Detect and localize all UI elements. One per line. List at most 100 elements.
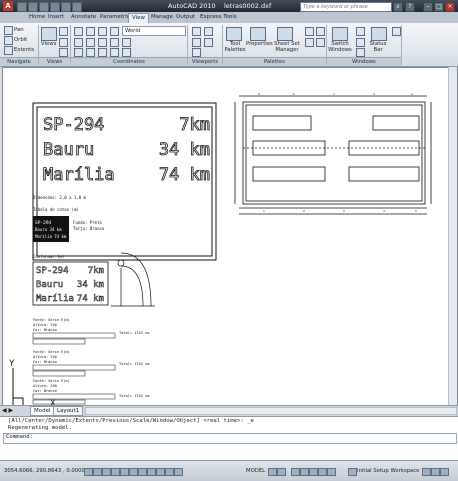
annotation-scale-icon[interactable]	[327, 468, 336, 476]
ucs-view-icon[interactable]	[98, 27, 107, 36]
binoculars-icon[interactable]: ⌕	[393, 2, 403, 12]
ducs-icon[interactable]	[147, 468, 156, 476]
tab-model[interactable]: Model	[30, 406, 55, 416]
tab-nav-arrows-icon[interactable]: ◀ ▶	[2, 407, 13, 414]
tab-annotate[interactable]: Annotate	[68, 13, 99, 22]
tile-vertical-icon[interactable]	[356, 48, 365, 57]
horizontal-scrollbar[interactable]	[85, 407, 457, 415]
steering-wheel-icon[interactable]	[309, 468, 318, 476]
cascade-icon[interactable]	[356, 27, 365, 36]
tile-horizontal-icon[interactable]	[356, 38, 365, 47]
ortho-icon[interactable]	[111, 468, 120, 476]
new-file-icon[interactable]	[17, 2, 27, 12]
ucs-icon[interactable]	[74, 27, 83, 36]
close-icon[interactable]: ×	[445, 2, 455, 12]
infer-constraints-icon[interactable]	[84, 468, 93, 476]
camera-icon[interactable]	[59, 48, 68, 57]
viewport-clip-icon[interactable]	[204, 38, 213, 47]
polar-icon[interactable]	[120, 468, 129, 476]
ucs-world-icon[interactable]	[122, 38, 131, 47]
views-icon[interactable]	[41, 27, 57, 41]
ucs-face-icon[interactable]	[86, 48, 95, 57]
extents-button[interactable]: Extents	[14, 47, 34, 53]
status-bar-button[interactable]: Status Bar	[369, 41, 387, 53]
ucs-y-icon[interactable]	[86, 38, 95, 47]
ucs-previous-icon[interactable]	[110, 48, 119, 57]
snap-icon[interactable]	[93, 468, 102, 476]
switch-windows-icon[interactable]	[332, 27, 348, 41]
visual-style-icon[interactable]	[59, 38, 68, 47]
orbit-button[interactable]: Orbit	[14, 37, 27, 43]
save-icon[interactable]	[39, 2, 49, 12]
pan-status-icon[interactable]	[291, 468, 300, 476]
tab-output[interactable]: Output	[173, 13, 198, 22]
coordinate-readout[interactable]: 3054.6066, 290.8643 , 0.0000	[4, 468, 85, 474]
markup-icon[interactable]	[316, 27, 325, 36]
viewport-restore-icon[interactable]	[192, 48, 201, 57]
model-space-toggle[interactable]: MODEL	[246, 468, 265, 474]
ucs-named-icon[interactable]	[74, 48, 83, 57]
pan-button[interactable]: Pan	[14, 27, 24, 33]
quickcalc-icon[interactable]	[305, 38, 314, 47]
tab-manage[interactable]: Manage	[148, 13, 176, 22]
tool-palettes-icon[interactable]	[226, 27, 242, 41]
design-center-icon[interactable]	[305, 27, 314, 36]
properties-icon[interactable]	[250, 27, 266, 41]
view-cube-icon[interactable]	[59, 27, 68, 36]
tray-settings-icon[interactable]	[431, 468, 440, 476]
switch-windows-button[interactable]: Switch Windows	[328, 41, 352, 53]
tool-palettes-button[interactable]: Tool Palettes	[224, 41, 246, 53]
orbit-icon[interactable]	[4, 36, 13, 45]
sheet-set-manager-icon[interactable]	[277, 27, 293, 41]
tab-layout1[interactable]: Layout1	[53, 406, 84, 416]
ucs-origin-icon[interactable]	[86, 27, 95, 36]
tab-insert[interactable]: Insert	[45, 13, 67, 22]
ucs-3point-icon[interactable]	[110, 38, 119, 47]
maximize-icon[interactable]: □	[434, 2, 444, 12]
pan-icon[interactable]	[4, 26, 13, 35]
vertical-scrollbar[interactable]	[448, 67, 457, 405]
command-input[interactable]	[3, 433, 457, 444]
lock-icon[interactable]	[422, 468, 431, 476]
sheet-set-manager-button[interactable]: Sheet Set Manager	[272, 41, 302, 53]
redo-icon[interactable]	[61, 2, 71, 12]
quick-properties-icon[interactable]	[174, 468, 183, 476]
dbconnect-icon[interactable]	[316, 38, 325, 47]
views-button[interactable]: Views	[41, 41, 56, 47]
workspace-label[interactable]: Initial Setup Workspace	[357, 468, 419, 474]
autocad-logo-icon[interactable]: A	[3, 1, 13, 11]
toolbars-lock-icon[interactable]	[392, 27, 401, 36]
zoom-status-icon[interactable]	[300, 468, 309, 476]
zoom-extents-icon[interactable]	[4, 46, 13, 55]
minimize-icon[interactable]: –	[423, 2, 433, 12]
dyn-icon[interactable]	[156, 468, 165, 476]
drawing-canvas[interactable]: SP-294 7km Bauru 34 km Marília 74 km a b c…	[2, 67, 458, 407]
lineweight-icon[interactable]	[165, 468, 174, 476]
otrack-icon[interactable]	[138, 468, 147, 476]
ucs-object-icon[interactable]	[110, 27, 119, 36]
ucs-zaxis-icon[interactable]	[98, 48, 107, 57]
status-bar-icon[interactable]	[371, 27, 387, 41]
showmotion-icon[interactable]	[318, 468, 327, 476]
open-file-icon[interactable]	[28, 2, 38, 12]
quick-view-drawings-icon[interactable]	[277, 468, 286, 476]
undo-icon[interactable]	[50, 2, 60, 12]
ucs-icon-properties[interactable]	[122, 48, 131, 57]
help-icon[interactable]: ?	[405, 2, 415, 12]
tab-express-tools[interactable]: Express Tools	[197, 13, 240, 22]
osnap-icon[interactable]	[129, 468, 138, 476]
ucs-dropdown[interactable]: World	[122, 26, 186, 36]
grid-icon[interactable]	[102, 468, 111, 476]
properties-button[interactable]: Properties	[246, 41, 273, 47]
ucs-z-icon[interactable]	[98, 38, 107, 47]
search-input[interactable]: Type a keyword or phrase	[300, 2, 392, 12]
viewport-config-icon[interactable]	[192, 27, 201, 36]
windows-panel-title: Windows	[327, 57, 401, 66]
viewport-named-icon[interactable]	[192, 38, 201, 47]
workspace-switch-icon[interactable]	[348, 468, 357, 476]
plot-icon[interactable]	[72, 2, 82, 12]
clean-screen-icon[interactable]	[440, 468, 449, 476]
viewport-join-icon[interactable]	[204, 27, 213, 36]
ucs-x-icon[interactable]	[74, 38, 83, 47]
quick-view-layouts-icon[interactable]	[268, 468, 277, 476]
